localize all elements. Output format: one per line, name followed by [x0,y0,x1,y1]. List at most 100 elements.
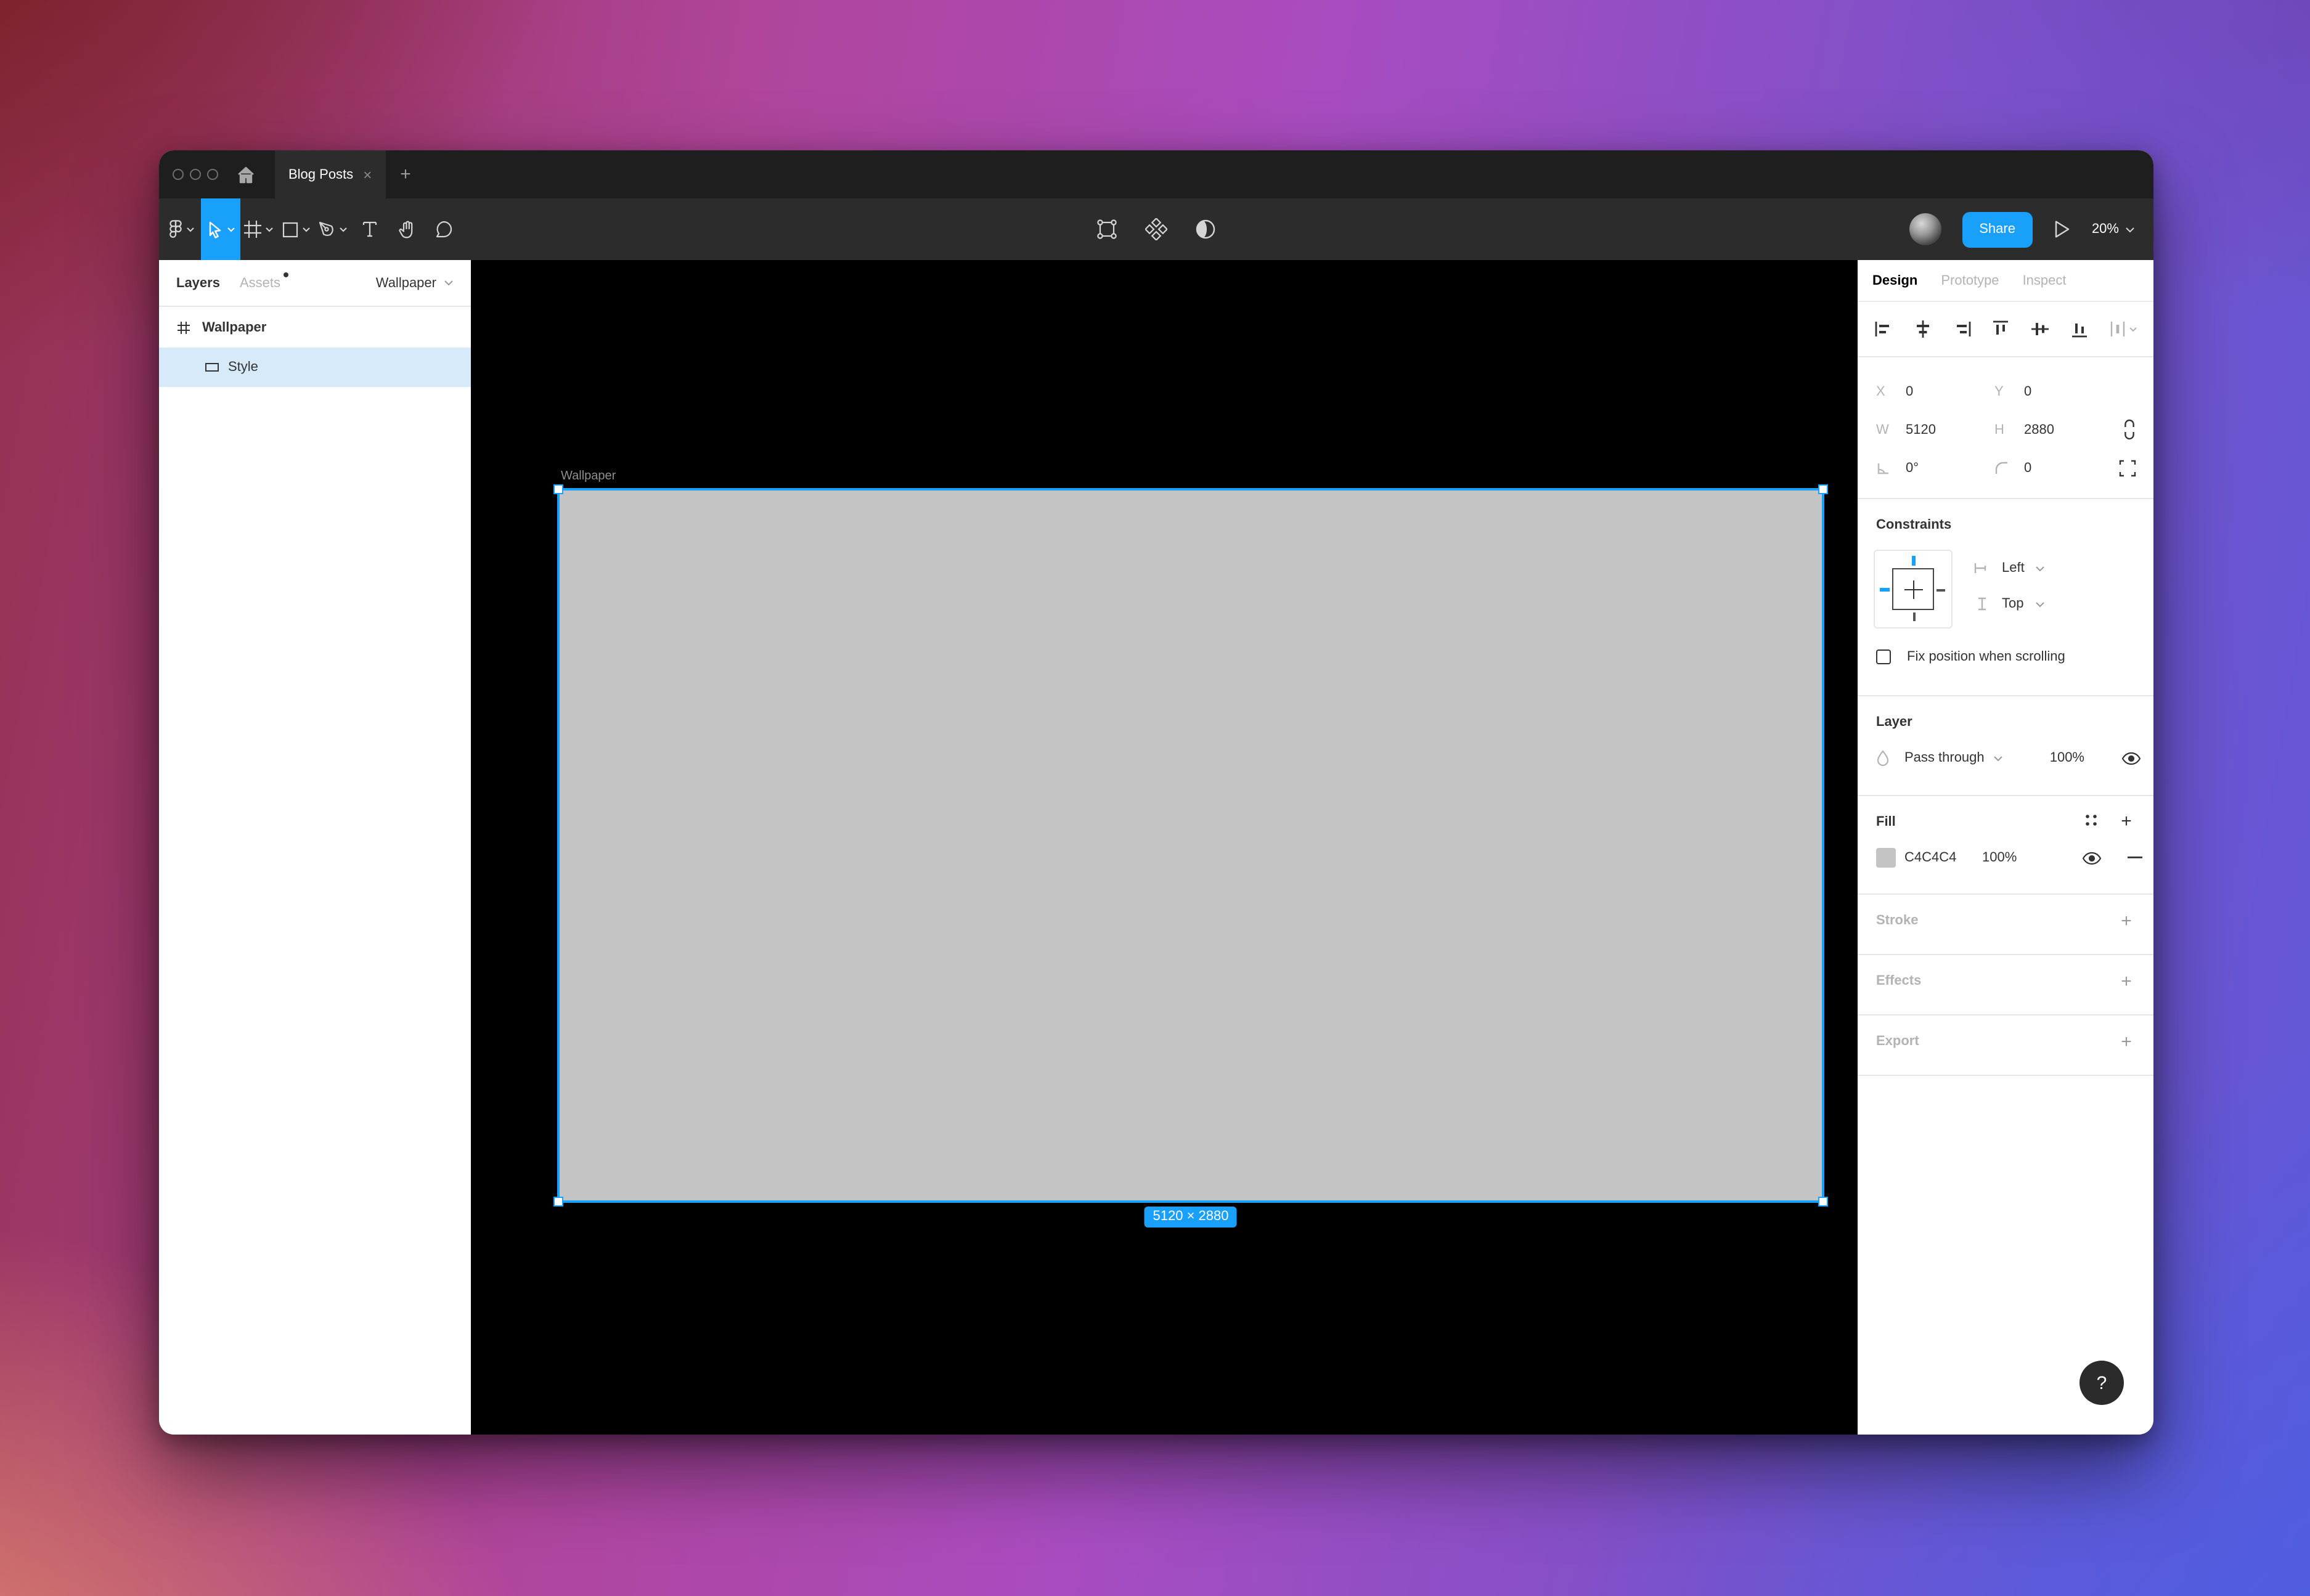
blend-mode-dropdown[interactable]: Pass through [1904,751,2003,765]
constraint-bottom[interactable] [1913,613,1915,621]
selected-frame[interactable] [560,491,1822,1200]
canvas[interactable]: Wallpaper 5120 × 2880 [471,260,1858,1435]
fill-opacity-input[interactable]: 100% [1982,850,2017,865]
align-horizontal-center-icon[interactable] [1913,319,1933,339]
question-mark-icon: ? [2097,1372,2107,1393]
x-input[interactable]: 0 [1906,384,1994,399]
selection-size-badge: 5120 × 2880 [1145,1207,1238,1228]
share-button-label: Share [1979,222,2015,237]
horizontal-constraint-dropdown[interactable]: Left [1973,561,2046,576]
hand-tool-icon [398,220,415,238]
window-zoom-button[interactable] [207,169,218,180]
align-bottom-icon[interactable] [2070,319,2089,339]
constraint-top-active[interactable] [1911,556,1916,566]
frame-layer-icon [178,321,190,333]
export-section: Export + [1858,1016,2153,1076]
selection-handle-top-left[interactable] [553,484,563,494]
main-menu-button[interactable] [161,198,201,260]
y-input[interactable]: 0 [2024,384,2113,399]
tab-prototype[interactable]: Prototype [1941,273,1999,288]
pen-tool-button[interactable] [314,198,351,260]
new-tab-button[interactable]: + [385,150,426,198]
tab-close-icon[interactable]: × [363,167,372,182]
add-stroke-button[interactable]: + [2115,910,2137,932]
share-button[interactable]: Share [1962,211,2033,247]
align-top-icon[interactable] [1991,319,2011,339]
layer-opacity-input[interactable]: 100% [2050,751,2084,765]
width-input[interactable]: 5120 [1906,422,1994,437]
present-icon[interactable] [2054,219,2071,239]
h-label: H [1994,422,2024,437]
chevron-down-icon [226,226,235,232]
move-tool-button[interactable] [201,198,240,260]
shape-tool-button[interactable] [277,198,314,260]
hand-tool-button[interactable] [388,198,425,260]
rectangle-tool-icon [282,221,298,237]
vertical-constraint-value: Top [2002,596,2024,611]
assets-notification-dot [283,272,288,277]
document-tab[interactable]: Blog Posts × [275,150,385,198]
fill-color-swatch[interactable] [1876,848,1896,868]
align-right-icon[interactable] [1952,319,1972,339]
constraints-widget-row: Left Top [1858,532,2153,629]
comment-tool-button[interactable] [425,198,462,260]
geometry-section: X 0 Y 0 W 5120 H 2880 [1858,357,2153,499]
fill-hex-input[interactable]: C4C4C4 [1904,850,1982,865]
fill-visibility-eye-icon[interactable] [2082,851,2102,865]
chevron-down-icon [2125,226,2135,232]
distribute-menu-icon[interactable] [2109,320,2137,338]
tab-layers[interactable]: Layers [176,275,220,290]
fix-position-checkbox[interactable] [1876,649,1891,664]
tab-inspect[interactable]: Inspect [2023,273,2067,288]
blend-mode-icon [1876,749,1890,767]
user-avatar[interactable] [1909,213,1941,245]
add-export-button[interactable]: + [2115,1030,2137,1052]
window-minimize-button[interactable] [190,169,201,180]
layer-visibility-eye-icon[interactable] [2121,751,2141,765]
independent-corners-icon[interactable] [2119,459,2136,476]
constraint-right[interactable] [1937,589,1945,591]
remove-fill-button[interactable] [2128,857,2142,859]
layer-row-style[interactable]: Style [159,348,471,387]
edit-object-icon[interactable] [1096,218,1118,240]
desktop-wallpaper: Blog Posts × + [0,0,2310,1596]
add-fill-button[interactable]: + [2115,810,2137,832]
layer-row-wallpaper[interactable]: Wallpaper [159,307,471,348]
window-controls [159,150,218,198]
rotation-row: 0° 0 [1858,449,2153,487]
selection-handle-bottom-right[interactable] [1818,1197,1828,1207]
rotation-input[interactable]: 0° [1906,460,1994,475]
frame-tool-button[interactable] [240,198,277,260]
corner-radius-input[interactable]: 0 [2024,460,2113,475]
help-button[interactable]: ? [2079,1361,2124,1405]
frame-name-label[interactable]: Wallpaper [561,470,616,483]
fill-row[interactable]: C4C4C4 100% [1858,839,2153,876]
page-selector[interactable]: Wallpaper [376,275,454,290]
align-left-icon[interactable] [1874,319,1893,339]
height-input[interactable]: 2880 [2024,422,2113,437]
selection-handle-bottom-left[interactable] [553,1197,563,1207]
styles-icon[interactable] [2083,812,2099,828]
fix-position-row: Fix position when scrolling [1858,629,2153,664]
tab-assets[interactable]: Assets [240,275,280,290]
effects-section: Effects + [1858,955,2153,1016]
use-as-mask-icon[interactable] [1194,218,1217,240]
add-effect-button[interactable]: + [2115,970,2137,992]
constrain-proportions-icon[interactable] [2123,419,2136,440]
selection-handle-top-right[interactable] [1818,484,1828,494]
horizontal-constraint-value: Left [2002,561,2025,576]
constraints-widget[interactable] [1874,550,1953,629]
x-label: X [1876,384,1906,399]
zoom-menu[interactable]: 20% [2092,222,2135,237]
window-close-button[interactable] [173,169,184,180]
vertical-constraint-dropdown[interactable]: Top [1973,596,2046,611]
plus-icon: + [2121,1031,2132,1052]
move-cursor-icon [206,220,222,238]
text-tool-button[interactable] [351,198,388,260]
tab-design[interactable]: Design [1872,273,1917,288]
align-vertical-center-icon[interactable] [2031,319,2051,339]
create-component-icon[interactable] [1145,218,1167,240]
home-button[interactable] [227,150,264,198]
constraints-dropdowns: Left Top [1973,550,2046,611]
constraint-left-active[interactable] [1880,587,1890,592]
